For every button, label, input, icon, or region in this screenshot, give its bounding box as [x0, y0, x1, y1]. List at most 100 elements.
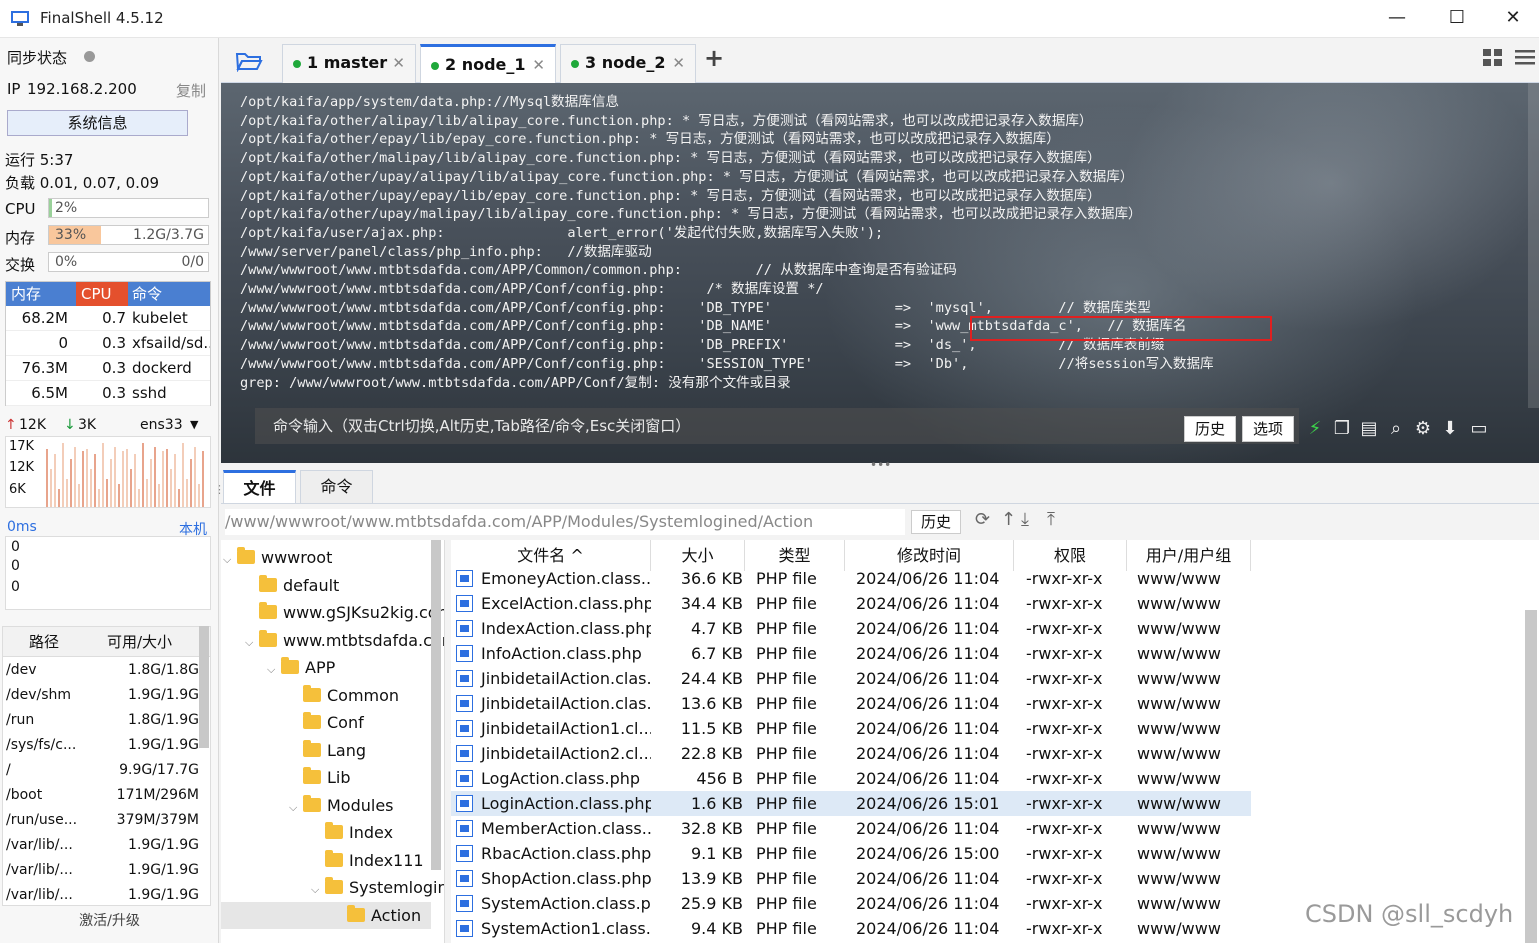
add-tab-button[interactable]: + — [704, 44, 724, 72]
paste-icon[interactable]: ▤ — [1357, 418, 1381, 439]
process-row[interactable]: 6.5M 0.3 sshd — [6, 381, 210, 406]
close-button[interactable]: ✕ — [1490, 4, 1536, 34]
disk-row[interactable]: /run/use... 379M/379M — [3, 808, 201, 833]
copy-ip-link[interactable]: 复制 — [176, 80, 206, 101]
tree-node[interactable]: Lang — [289, 737, 366, 764]
system-info-button[interactable]: 系统信息 — [7, 110, 188, 136]
tab-node-1[interactable]: 2 node_1 ✕ — [420, 44, 556, 83]
path-history-button[interactable]: 历史 — [911, 510, 961, 534]
search-icon[interactable]: ⌕ — [1384, 418, 1408, 439]
process-row[interactable]: 76.3M 0.3 dockerd — [6, 356, 210, 381]
lightning-icon[interactable]: ⚡ — [1303, 418, 1327, 439]
chevron-down-icon[interactable]: ⌵ — [267, 656, 281, 683]
proc-header-cpu[interactable]: CPU — [76, 282, 128, 306]
tree-node[interactable]: www.gSJKsu2kig.com — [245, 599, 444, 626]
file-row[interactable]: SystemAction1.class.... 9.4 KB PHP file 202… — [451, 916, 1251, 941]
file-row[interactable]: RbacAction.class.php 9.1 KB PHP file 2024/0… — [451, 841, 1251, 866]
menu-icon[interactable] — [1515, 50, 1535, 66]
disk-row[interactable]: /sys/fs/c... 1.9G/1.9G — [3, 733, 201, 758]
tree-node[interactable]: Index — [311, 819, 393, 846]
tree-node[interactable]: ⌵ APP — [267, 654, 335, 681]
tree-node[interactable]: Lib — [289, 764, 351, 791]
file-modified-text: 2024/06/26 15:01 — [856, 794, 1000, 813]
tree-node[interactable]: ⌵ wwwroot — [223, 544, 332, 571]
file-row[interactable]: JinbidetailAction1.cl... 11.5 KB PHP file 2… — [451, 716, 1251, 741]
file-owner-text: www/www — [1137, 894, 1221, 913]
history-button[interactable]: 历史 — [1184, 416, 1236, 442]
file-row[interactable]: ShopAction.class.php 13.9 KB PHP file 2024/… — [451, 866, 1251, 891]
window-icon[interactable]: ▭ — [1467, 418, 1491, 439]
maximize-button[interactable]: ☐ — [1434, 4, 1480, 34]
file-row[interactable]: ExcelAction.class.php 34.4 KB PHP file 2024… — [451, 591, 1251, 616]
tree-node[interactable]: ⌵ www.mtbtsdafda.com — [245, 627, 444, 656]
tree-node[interactable]: Common — [289, 682, 399, 709]
disk-row[interactable]: /var/lib/... 1.9G/1.9G — [3, 833, 201, 858]
file-row[interactable]: JinbidetailAction.clas... 24.4 KB PHP file… — [451, 666, 1251, 691]
close-icon[interactable]: ✕ — [672, 45, 685, 81]
tree-node[interactable]: Action — [221, 901, 431, 929]
disk-row[interactable]: /dev/shm 1.9G/1.9G — [3, 683, 201, 708]
download-icon[interactable]: ⤓ — [1021, 509, 1029, 530]
tree-node[interactable]: Conf — [289, 709, 364, 736]
process-row[interactable]: 0 0.3 xfsaild/sd... — [6, 331, 210, 356]
file-row[interactable]: IndexAction.class.php 4.7 KB PHP file 2024/… — [451, 616, 1251, 641]
disk-row[interactable]: /boot 171M/296M — [3, 783, 201, 808]
file-row[interactable]: EmoneyAction.class.... 36.6 KB PHP file 202… — [451, 566, 1251, 591]
command-input[interactable]: 命令输入（双击Ctrl切换,Alt历史,Tab路径/命令,Esc关闭窗口） — [255, 408, 1299, 444]
disk-row[interactable]: /dev 1.8G/1.8G — [3, 658, 201, 683]
file-row[interactable]: LogAction.class.php 456 B PHP file 2024/06/… — [451, 766, 1251, 791]
ping-chart: 0 0 0 — [5, 536, 211, 610]
file-row[interactable]: InfoAction.class.php 6.7 KB PHP file 2024/0… — [451, 641, 1251, 666]
tree-node[interactable]: Index111 — [311, 847, 424, 874]
net-interface-select[interactable]: ens33 — [140, 417, 183, 433]
file-row[interactable]: SystemAction.class.p... 25.9 KB PHP file 20… — [451, 891, 1251, 916]
tab-files[interactable]: 文件 — [223, 470, 296, 504]
minimize-button[interactable]: — — [1374, 4, 1420, 34]
options-button[interactable]: 选项 — [1242, 416, 1294, 442]
open-folder-icon[interactable] — [235, 50, 263, 72]
upload-icon[interactable]: ⤒ — [1047, 509, 1055, 530]
chevron-down-icon[interactable]: ▼ — [190, 418, 198, 431]
scroll-down-icon[interactable]: ⬇ — [1438, 418, 1462, 439]
file-size: 13.9 KB — [651, 866, 743, 891]
path-input[interactable]: /www/wwwroot/www.mtbtsdafda.com/APP/Modu… — [225, 509, 905, 535]
disk-row[interactable]: /run 1.8G/1.9G — [3, 708, 201, 733]
proc-header-cmd[interactable]: 命令 — [132, 282, 162, 306]
chevron-down-icon[interactable]: ⌵ — [311, 876, 325, 903]
tab-commands[interactable]: 命令 — [300, 470, 373, 504]
disk-row[interactable]: /var/lib/... 1.9G/1.9G — [3, 858, 201, 883]
tab-master[interactable]: 1 master ✕ — [282, 44, 416, 83]
chevron-down-icon[interactable]: ⌵ — [289, 794, 303, 821]
terminal-view[interactable]: /opt/kaifa/app/system/data.php://Mysql数据… — [221, 83, 1539, 463]
disk-row[interactable]: /var/lib/... 1.9G/1.9G — [3, 883, 201, 905]
php-file-icon — [456, 595, 473, 612]
proc-header-mem[interactable]: 内存 — [11, 282, 41, 306]
up-directory-icon[interactable]: ↑ — [1001, 509, 1016, 530]
terminal-scrollbar[interactable] — [1528, 83, 1539, 408]
gear-icon[interactable]: ⚙ — [1411, 418, 1435, 439]
grid-view-icon[interactable] — [1483, 49, 1503, 67]
tree-node[interactable]: ⌵ Systemlogined — [311, 874, 444, 903]
disk-header-size[interactable]: 可用/大小 — [107, 627, 172, 657]
file-row[interactable]: MemberAction.class.... 32.8 KB PHP file 202… — [451, 816, 1251, 841]
disk-scrollbar[interactable] — [199, 626, 209, 748]
file-row[interactable]: JinbidetailAction2.cl... 22.8 KB PHP file 2… — [451, 741, 1251, 766]
process-row[interactable]: 68.2M 0.7 kubelet — [6, 306, 210, 331]
chevron-down-icon[interactable]: ⌵ — [223, 546, 237, 573]
disk-header-path[interactable]: 路径 — [29, 627, 59, 657]
close-icon[interactable]: ✕ — [532, 47, 545, 83]
tree-scrollbar[interactable] — [431, 540, 441, 870]
copy-icon[interactable]: ❐ — [1330, 418, 1354, 439]
file-list-scrollbar[interactable] — [1525, 610, 1537, 943]
activate-upgrade-link[interactable]: 激活/升级 — [0, 910, 219, 930]
disk-row[interactable]: / 9.9G/17.7G — [3, 758, 201, 783]
chevron-down-icon[interactable]: ⌵ — [245, 629, 259, 656]
tab-node-2[interactable]: 3 node_2 ✕ — [560, 44, 696, 83]
tree-node-label: Conf — [327, 713, 364, 732]
tree-node[interactable]: default — [245, 572, 339, 599]
file-row[interactable]: LoginAction.class.php 1.6 KB PHP file 2024/… — [451, 791, 1251, 816]
refresh-icon[interactable]: ⟳ — [975, 509, 990, 530]
tree-node[interactable]: ⌵ Modules — [289, 792, 394, 819]
file-row[interactable]: JinbidetailAction.clas... 13.6 KB PHP file… — [451, 691, 1251, 716]
close-icon[interactable]: ✕ — [392, 45, 405, 81]
